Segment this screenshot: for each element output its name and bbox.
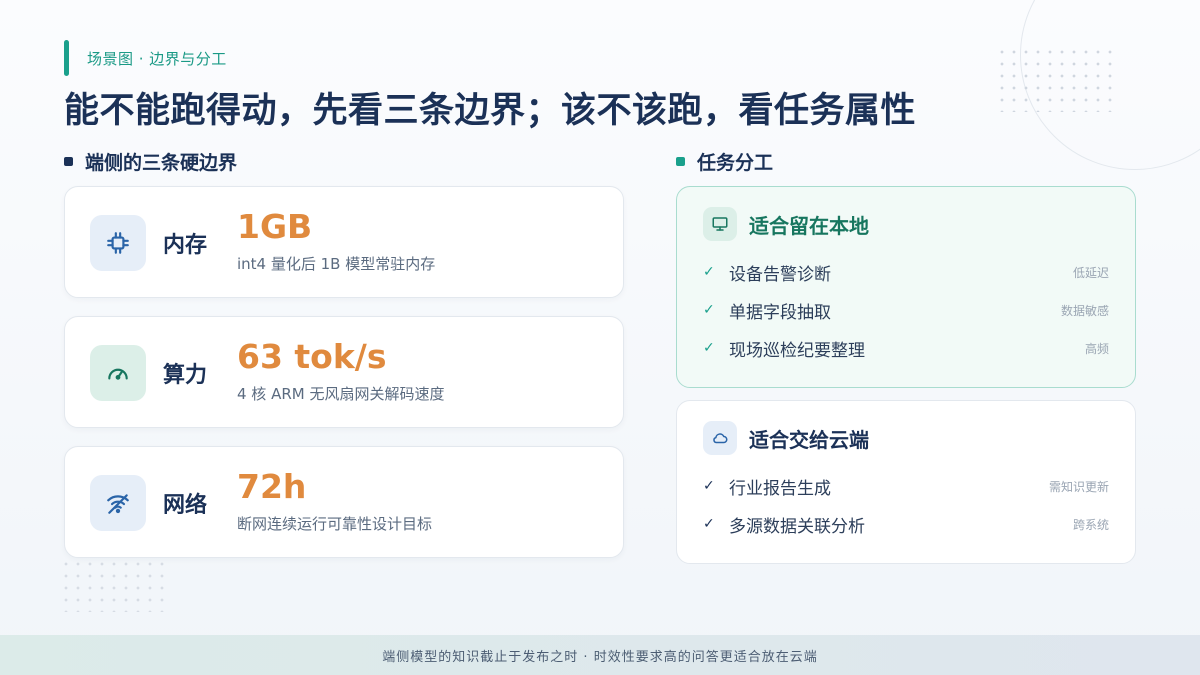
bullet-square [676,157,685,166]
list-item: ✓ 行业报告生成 需知识更新 [703,467,1109,505]
section-heading-boundaries: 端侧的三条硬边界 [64,148,237,175]
task-tag: 高频 [1084,341,1109,356]
metric-desc: 断网连续运行可靠性设计目标 [237,515,433,533]
task-label: 行业报告生成 [729,478,831,499]
metric-desc: 4 核 ARM 无风扇网关解码速度 [237,385,445,403]
task-card-local: 适合留在本地 ✓ 设备告警诊断 低延迟 ✓ 单据字段抽取 数据敏感 ✓ 现场巡检… [676,186,1136,388]
metric-name: 网络 [163,493,208,518]
section-heading-tasks: 任务分工 [676,148,773,175]
task-card-title: 适合留在本地 [749,213,869,238]
list-item: ✓ 单据字段抽取 数据敏感 [703,291,1109,329]
task-tag: 需知识更新 [1048,479,1109,494]
check-icon: ✓ [703,478,715,494]
page-title: 能不能跑得动，先看三条边界；该不该跑，看任务属性 [64,91,917,131]
cloud-icon [703,421,737,455]
eyebrow-text: 场景图 · 边界与分工 [87,49,227,68]
list-item: ✓ 现场巡检纪要整理 高频 [703,329,1109,367]
list-item: ✓ 多源数据关联分析 跨系统 [703,505,1109,543]
metric-desc: int4 量化后 1B 模型常驻内存 [237,255,436,273]
metric-card-compute: 算力 63 tok/s 4 核 ARM 无风扇网关解码速度 [64,316,624,428]
chip-icon [90,215,146,271]
task-tag: 数据敏感 [1060,303,1109,318]
metric-name: 内存 [163,233,208,258]
gauge-icon [90,345,146,401]
check-icon: ✓ [703,264,715,280]
task-label: 多源数据关联分析 [729,516,865,537]
task-list: ✓ 设备告警诊断 低延迟 ✓ 单据字段抽取 数据敏感 ✓ 现场巡检纪要整理 高频 [703,253,1109,367]
task-card-title: 适合交给云端 [749,427,869,452]
section-heading-text: 任务分工 [697,152,774,174]
task-label: 单据字段抽取 [729,302,831,323]
check-icon: ✓ [703,302,715,318]
bullet-square [64,157,73,166]
check-icon: ✓ [703,516,715,532]
task-card-cloud: 适合交给云端 ✓ 行业报告生成 需知识更新 ✓ 多源数据关联分析 跨系统 [676,400,1136,564]
task-list: ✓ 行业报告生成 需知识更新 ✓ 多源数据关联分析 跨系统 [703,467,1109,543]
metric-name: 算力 [163,363,208,388]
metric-card-memory: 内存 1GB int4 量化后 1B 模型常驻内存 [64,186,624,298]
metric-value: 1GB [237,207,313,246]
metric-card-network: 网络 72h 断网连续运行可靠性设计目标 [64,446,624,558]
footer-banner: 端侧模型的知识截止于发布之时 · 时效性要求高的问答更适合放在云端 [0,635,1200,675]
task-tag: 低延迟 [1072,265,1109,280]
monitor-icon [703,207,737,241]
footer-text: 端侧模型的知识截止于发布之时 · 时效性要求高的问答更适合放在云端 [382,649,818,665]
task-label: 现场巡检纪要整理 [729,340,865,361]
eyebrow: 场景图 · 边界与分工 [64,40,227,76]
metric-value: 72h [237,467,307,506]
task-label: 设备告警诊断 [729,264,831,285]
list-item: ✓ 设备告警诊断 低延迟 [703,253,1109,291]
section-heading-text: 端侧的三条硬边界 [85,152,238,174]
check-icon: ✓ [703,340,715,356]
metric-value: 63 tok/s [237,337,387,376]
task-tag: 跨系统 [1072,517,1109,532]
eyebrow-accent-bar [64,40,69,76]
wifi-off-icon [90,475,146,531]
decorative-dot-grid [60,558,172,612]
decorative-dot-grid [996,46,1116,112]
